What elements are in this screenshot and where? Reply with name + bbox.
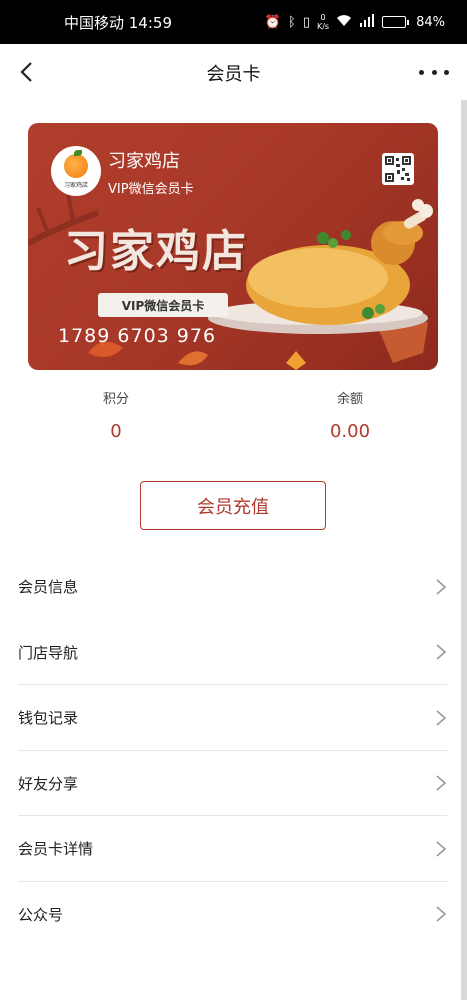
net-speed-unit: K/s xyxy=(316,22,330,31)
net-speed-icon: 0 K/s xyxy=(317,13,329,31)
chevron-right-icon xyxy=(436,710,447,726)
points-value: 0 xyxy=(110,421,122,442)
logo-text: 习家鸡店 xyxy=(63,181,88,189)
store-name: 习家鸡店 xyxy=(108,151,180,172)
battery-icon xyxy=(382,16,410,28)
balance-stat[interactable]: 余额 0.00 xyxy=(260,388,440,442)
store-logo: 习家鸡店 xyxy=(51,146,101,196)
card-type: VIP微信会员卡 xyxy=(108,182,194,197)
more-dot-icon xyxy=(444,69,449,75)
menu-item-label: 会员卡详情 xyxy=(18,840,94,859)
menu-item-label: 好友分享 xyxy=(18,774,79,793)
chevron-left-icon xyxy=(20,62,32,82)
more-dot-icon xyxy=(419,69,424,75)
back-button[interactable] xyxy=(12,58,40,86)
nav-bar: 会员卡 xyxy=(0,44,467,102)
menu-item-label: 公众号 xyxy=(18,905,64,924)
menu-item-label: 会员信息 xyxy=(18,578,79,597)
menu-item-official-account[interactable]: 公众号 xyxy=(0,882,467,948)
chevron-right-icon xyxy=(436,579,447,595)
menu-item-label: 钱包记录 xyxy=(18,709,79,728)
status-bar: 中国移动 14:59 ⏰ ᛒ ▯ 0 K/s 84% xyxy=(0,0,467,44)
points-stat[interactable]: 积分 0 xyxy=(26,388,206,442)
more-options-button[interactable] xyxy=(419,62,449,82)
balance-value: 0.00 xyxy=(329,421,371,442)
card-headline: 习家鸡店 xyxy=(64,226,248,277)
menu-item-label: 门店导航 xyxy=(18,643,79,662)
member-card[interactable]: 习家鸡店 习家鸡店 VIP微信会员卡 习家鸡店 VIP微信会员卡 1789 67… xyxy=(28,123,438,370)
menu-item-store-navigation[interactable]: 门店导航 xyxy=(0,620,467,685)
qr-code-button[interactable] xyxy=(382,153,414,185)
menu-list: 会员信息 门店导航 钱包记录 好友分享 会员卡详情 公众号 xyxy=(0,554,467,947)
carrier-time: 中国移动 14:59 xyxy=(64,13,172,32)
card-number: 1789 6703 976 xyxy=(58,325,217,347)
menu-item-member-info[interactable]: 会员信息 xyxy=(0,554,467,620)
orange-logo-icon xyxy=(64,149,88,178)
wifi-icon xyxy=(336,14,352,30)
recharge-button[interactable]: 会员充值 xyxy=(140,481,326,530)
menu-item-share-friends[interactable]: 好友分享 xyxy=(0,751,467,816)
menu-item-card-details[interactable]: 会员卡详情 xyxy=(0,816,467,882)
chevron-right-icon xyxy=(436,906,447,922)
qr-code-icon xyxy=(385,156,411,182)
chevron-right-icon xyxy=(436,841,447,857)
vibrate-icon: ▯ xyxy=(302,14,310,30)
status-icons: ⏰ ᛒ ▯ 0 K/s 84% xyxy=(265,13,445,31)
more-dot-icon xyxy=(431,69,437,75)
menu-item-wallet-records[interactable]: 钱包记录 xyxy=(0,685,467,751)
chevron-right-icon xyxy=(436,644,447,660)
chevron-right-icon xyxy=(436,775,447,791)
vip-badge: VIP微信会员卡 xyxy=(98,293,228,317)
alarm-icon: ⏰ xyxy=(264,14,282,30)
points-label: 积分 xyxy=(102,392,129,407)
balance-label: 余额 xyxy=(336,392,363,407)
bluetooth-icon: ᛒ xyxy=(288,14,296,30)
page-title: 会员卡 xyxy=(206,64,261,85)
net-speed-value: 0 xyxy=(320,13,326,22)
battery-percent: 84% xyxy=(416,14,445,30)
signal-icon xyxy=(359,14,375,30)
